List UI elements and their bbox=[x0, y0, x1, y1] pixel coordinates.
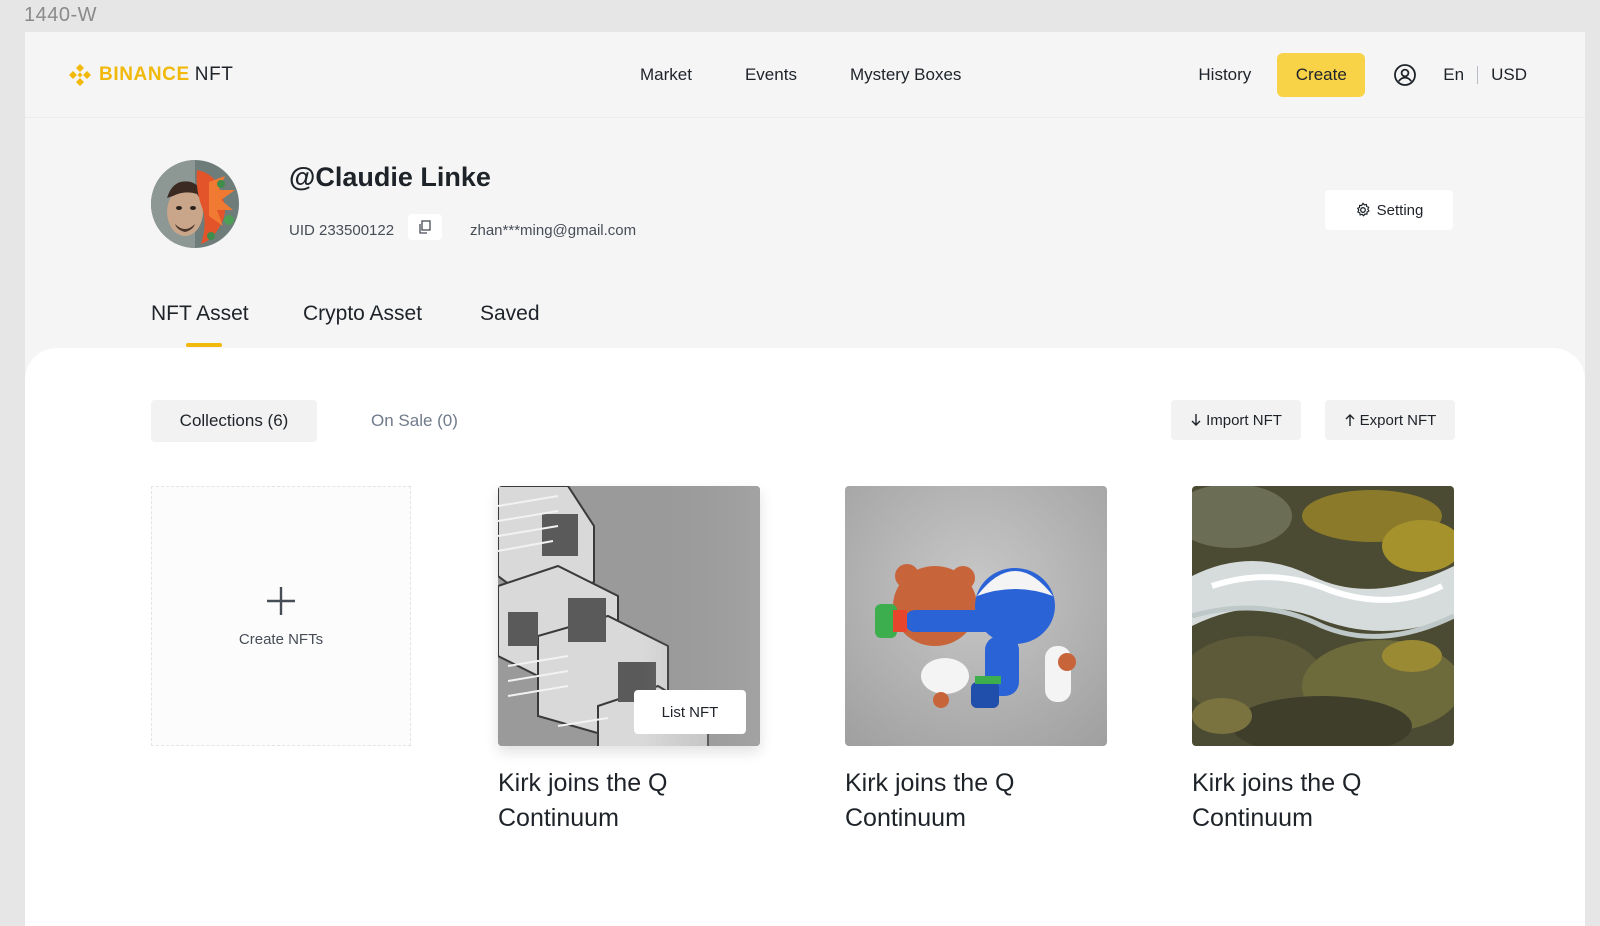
nav-events[interactable]: Events bbox=[745, 65, 797, 85]
plus-icon bbox=[267, 586, 295, 615]
arrow-down-icon bbox=[1191, 414, 1201, 426]
tab-nft-asset[interactable]: NFT Asset bbox=[151, 302, 249, 326]
profile-username: @Claudie Linke bbox=[289, 162, 491, 192]
copy-icon bbox=[419, 220, 431, 234]
nft-title[interactable]: Kirk joins the Q Continuum bbox=[1192, 766, 1454, 836]
setting-label: Setting bbox=[1376, 201, 1424, 219]
nft-title[interactable]: Kirk joins the Q Continuum bbox=[498, 766, 760, 836]
nft-image-toy-figure[interactable] bbox=[845, 486, 1107, 746]
avatar-image bbox=[151, 160, 239, 248]
profile-email: zhan***ming@gmail.com bbox=[470, 222, 637, 239]
nft-image-river-water[interactable] bbox=[1192, 486, 1454, 746]
arrow-up-icon bbox=[1345, 414, 1355, 426]
language-selector[interactable]: En bbox=[1443, 65, 1464, 85]
nft-card[interactable]: Kirk joins the Q Continuum bbox=[845, 486, 1107, 836]
filter-on-sale[interactable]: On Sale (0) bbox=[371, 400, 458, 442]
export-nft-label: Export NFT bbox=[1359, 411, 1437, 429]
nft-title[interactable]: Kirk joins the Q Continuum bbox=[845, 766, 1107, 836]
create-button[interactable]: Create bbox=[1277, 53, 1366, 97]
brand-name: BINANCE NFT bbox=[99, 64, 234, 85]
assets-panel: Collections (6) On Sale (0) Import NFT E… bbox=[25, 348, 1585, 926]
nav-mystery-boxes[interactable]: Mystery Boxes bbox=[850, 65, 961, 85]
export-nft-button[interactable]: Export NFT bbox=[1325, 400, 1455, 440]
avatar bbox=[151, 160, 239, 248]
create-nfts-label: Create NFTs bbox=[238, 630, 324, 648]
main-nav: Market Events Mystery Boxes bbox=[640, 32, 961, 118]
tab-saved[interactable]: Saved bbox=[480, 302, 540, 326]
nav-history[interactable]: History bbox=[1198, 65, 1251, 85]
list-nft-button[interactable]: List NFT bbox=[634, 690, 746, 734]
nav-market[interactable]: Market bbox=[640, 65, 692, 85]
nft-card[interactable]: List NFT Kirk joins the Q Continuum bbox=[498, 486, 760, 836]
copy-uid-button[interactable] bbox=[408, 214, 442, 240]
nav-right-group: History Create En USD bbox=[1198, 32, 1527, 118]
lang-currency-divider bbox=[1477, 66, 1479, 84]
filter-collections[interactable]: Collections (6) bbox=[151, 400, 317, 442]
import-nft-button[interactable]: Import NFT bbox=[1171, 400, 1301, 440]
profile-uid: UID 233500122 bbox=[289, 222, 395, 239]
app-frame: BINANCE NFT Market Events Mystery Boxes H… bbox=[25, 32, 1585, 926]
nft-image-architecture[interactable]: List NFT bbox=[498, 486, 760, 746]
active-tab-indicator bbox=[186, 343, 222, 347]
tab-crypto-asset[interactable]: Crypto Asset bbox=[303, 302, 422, 326]
gear-icon bbox=[1356, 202, 1370, 217]
user-circle-icon[interactable] bbox=[1393, 63, 1417, 87]
setting-button[interactable]: Setting bbox=[1325, 190, 1453, 230]
brand-logo[interactable]: BINANCE NFT bbox=[67, 60, 234, 90]
artboard-label: 1440-W bbox=[24, 4, 98, 26]
top-navigation: BINANCE NFT Market Events Mystery Boxes H… bbox=[25, 32, 1585, 118]
currency-selector[interactable]: USD bbox=[1491, 65, 1527, 85]
import-nft-label: Import NFT bbox=[1206, 411, 1282, 429]
brand-suffix: NFT bbox=[194, 64, 234, 85]
binance-logo-icon bbox=[69, 64, 91, 86]
nft-card[interactable]: Kirk joins the Q Continuum bbox=[1192, 486, 1454, 836]
create-nfts-card[interactable]: Create NFTs bbox=[151, 486, 411, 746]
